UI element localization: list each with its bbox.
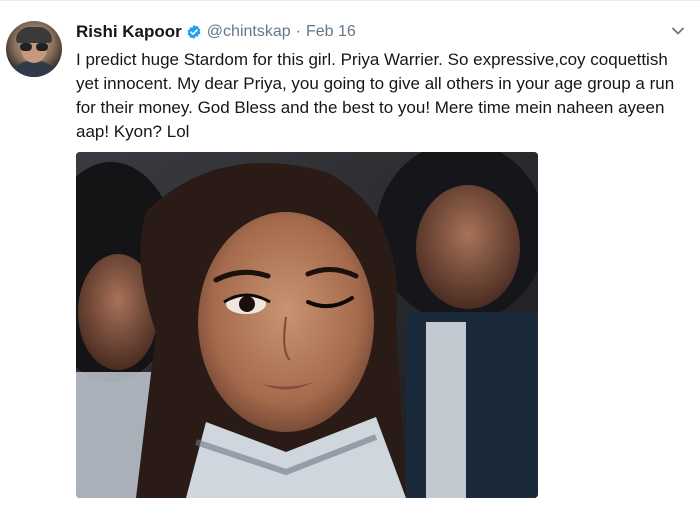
avatar-glasses	[20, 43, 48, 51]
verified-badge-icon	[186, 24, 202, 40]
tweet-photo[interactable]	[76, 152, 538, 498]
separator-dot: ·	[295, 23, 301, 40]
author-name[interactable]: Rishi Kapoor	[76, 22, 182, 42]
avatar[interactable]	[6, 21, 62, 77]
tweet-text: I predict huge Stardom for this girl. Pr…	[76, 50, 675, 141]
tweet-header: Rishi Kapoor @chintskap · Feb 16	[76, 21, 356, 43]
chevron-down-icon[interactable]	[670, 23, 686, 39]
author-handle[interactable]: @chintskap	[207, 23, 291, 41]
tweet: Rishi Kapoor @chintskap · Feb 16 I predi…	[0, 0, 700, 512]
avatar-jacket	[10, 61, 58, 77]
avatar-hair	[16, 27, 52, 43]
tweet-date[interactable]: Feb 16	[306, 23, 356, 41]
